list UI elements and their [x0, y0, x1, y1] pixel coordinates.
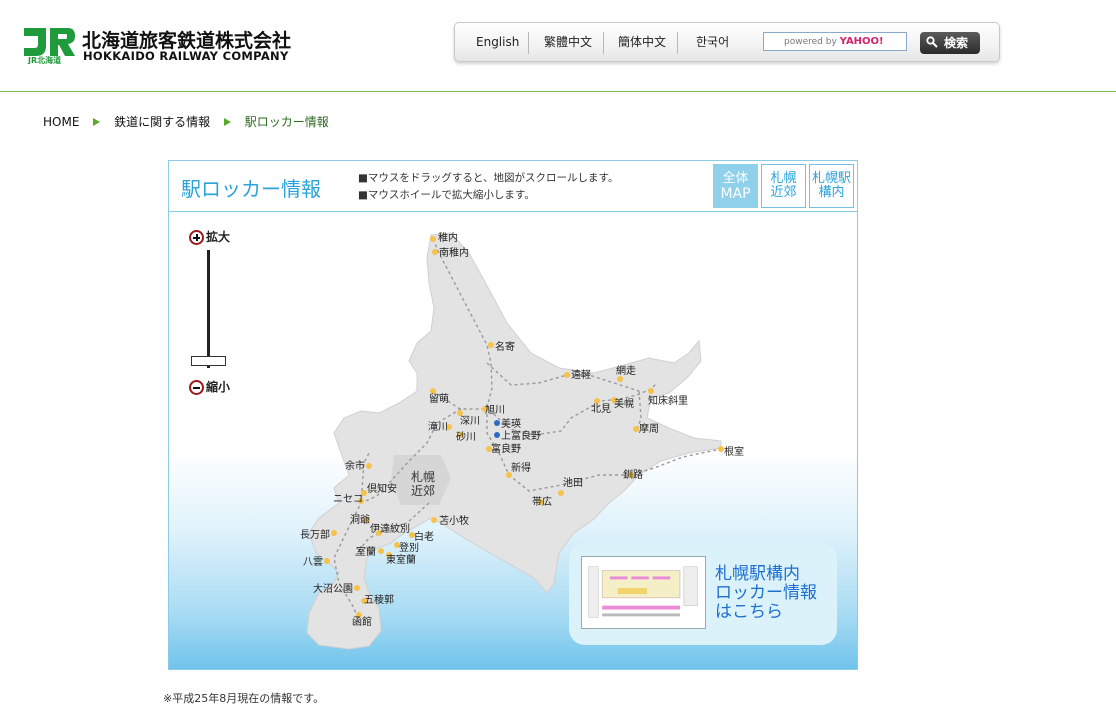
breadcrumb: HOME 鉄道に関する情報 駅ロッカー情報 [43, 113, 329, 130]
divider [677, 32, 678, 54]
station-nemuro: 根室 [724, 445, 744, 458]
zoom-slider-handle[interactable] [191, 356, 226, 366]
station-toya: 洞爺 [350, 513, 370, 526]
station-kitami: 北見 [591, 403, 611, 415]
lang-simplified-chinese-link[interactable]: 簡体中文 [618, 23, 666, 61]
zoom-out-label: 縮小 [206, 380, 231, 394]
station-shiraoi: 白老 [414, 530, 434, 543]
station-kutchan: 倶知安 [367, 482, 397, 495]
breadcrumb-home-link[interactable]: HOME [43, 115, 79, 129]
station-yoichi: 余市 [345, 459, 365, 472]
view-button-line2: 構内 [818, 185, 845, 200]
language-search-bar: English 繁體中文 簡体中文 한국어 powered by YAHOO! … [454, 22, 1000, 62]
station-fukagawa: 深川 [460, 415, 480, 427]
view-sapporo-area-button[interactable]: 札幌 近郊 [761, 164, 806, 208]
station-shiretoko-shari: 知床斜里 [648, 394, 688, 407]
station-sunagawa: 砂川 [456, 430, 476, 443]
view-full-map-button[interactable]: 全体 MAP [713, 164, 758, 208]
yahoo-brand: YAHOO! [839, 36, 884, 47]
station-furano: 富良野 [491, 442, 521, 455]
zoom-out-button[interactable]: 縮小 [189, 378, 230, 395]
zoom-in-button[interactable]: 拡大 [189, 228, 230, 245]
sapporo-station-locker-promo[interactable]: 札幌駅構内 ロッカー情報 はこちら [569, 543, 837, 645]
drag-hint-text: ■マウスをドラッグすると、地図がスクロールします。 [358, 172, 619, 184]
station-obihiro: 帯広 [532, 495, 552, 508]
station-takikawa: 滝川 [428, 421, 448, 433]
station-higashi-muroran: 東室蘭 [386, 553, 416, 566]
view-button-line1: 札幌 [770, 171, 797, 186]
station-kushiro: 釧路 [623, 468, 643, 481]
minus-icon [189, 380, 204, 395]
zoom-slider-track[interactable] [207, 250, 210, 368]
sapporo-area-label-line2: 近郊 [411, 484, 435, 498]
station-rumoi: 留萌 [429, 392, 449, 405]
hokkaido-map[interactable]: 稚内 南稚内 名寄 遠軽 網走 北見 美幌 知床斜里 留萌 旭川 深川 滝川 砂… [169, 213, 857, 669]
sapporo-area-label-line1: 札幌 [411, 469, 435, 484]
station-yakumo: 八雲 [303, 556, 323, 568]
plus-icon [189, 230, 204, 245]
promo-line-1: 札幌駅構内 [715, 564, 800, 584]
station-muroran: 室蘭 [356, 545, 376, 558]
station-hakodate: 函館 [352, 615, 372, 628]
station-kamifurano: 上富良野 [501, 429, 541, 442]
view-button-line1: 全体 [722, 171, 749, 186]
view-button-line2: MAP [720, 186, 751, 202]
station-onuma-koen: 大沼公園 [313, 582, 353, 595]
station-niseko: ニセコ [333, 493, 363, 505]
station-asahikawa: 旭川 [485, 404, 505, 416]
station-noboribetsu: 登別 [399, 541, 419, 554]
zoom-in-label: 拡大 [206, 230, 231, 244]
panel-header: 駅ロッカー情報 ■マウスをドラッグすると、地図がスクロールします。 ■マウスホイ… [169, 161, 857, 212]
page-title: 駅ロッカー情報 [181, 177, 321, 201]
locker-map-panel: 駅ロッカー情報 ■マウスをドラッグすると、地図がスクロールします。 ■マウスホイ… [168, 160, 858, 670]
station-ikeda: 池田 [563, 476, 583, 489]
station-abashiri: 網走 [616, 364, 636, 377]
wheel-hint-text: ■マウスホイールで拡大縮小します。 [358, 189, 535, 201]
station-goryokaku: 五稜郭 [364, 593, 394, 606]
view-button-line2: 近郊 [770, 185, 797, 200]
divider [528, 32, 529, 54]
station-oshamambe: 長万部 [300, 528, 330, 541]
view-button-line1: 札幌駅 [811, 171, 851, 186]
breadcrumb-arrow-icon [223, 117, 231, 126]
view-sapporo-station-button[interactable]: 札幌駅 構内 [809, 164, 854, 208]
divider [603, 32, 604, 54]
station-floorplan-thumbnail [581, 556, 706, 629]
info-date-footnote: ※平成25年8月現在の情報です。 [163, 692, 325, 704]
lang-english-link[interactable]: English [476, 23, 519, 61]
search-button[interactable]: 検索 [920, 32, 980, 54]
breadcrumb-arrow-icon [93, 117, 101, 126]
station-bihoro: 美幌 [614, 397, 634, 410]
station-shintoku: 新得 [511, 461, 531, 474]
search-placeholder: powered by [784, 37, 837, 47]
site-header: JR北海道 北海道旅客鉄道株式会社 HOKKAIDO RAILWAY COMPA… [0, 0, 1116, 92]
station-wakkanai: 稚内 [438, 231, 458, 244]
jr-logo-mark: JR北海道 [24, 28, 75, 64]
station-date-mombetsu: 伊達紋別 [370, 522, 410, 535]
station-minami-wakkanai: 南稚内 [439, 246, 469, 259]
station-biei: 美瑛 [501, 417, 521, 430]
promo-line-3: はこちら [715, 602, 783, 622]
logo-subtext: JR北海道 [27, 55, 61, 64]
station-engaru: 遠軽 [571, 368, 591, 381]
promo-line-2: ロッカー情報 [715, 583, 817, 603]
lang-korean-link[interactable]: 한국어 [696, 23, 729, 61]
search-button-label: 検索 [944, 36, 969, 50]
search-icon [926, 36, 938, 48]
station-tomakomai: 苫小牧 [439, 514, 469, 527]
company-name-en: HOKKAIDO RAILWAY COMPANY [83, 49, 289, 63]
station-mashu: 摩周 [639, 422, 659, 435]
company-logo[interactable]: JR北海道 北海道旅客鉄道株式会社 HOKKAIDO RAILWAY COMPA… [22, 24, 302, 66]
search-input[interactable]: powered by YAHOO! [763, 32, 907, 51]
breadcrumb-railway-info-link[interactable]: 鉄道に関する情報 [114, 113, 210, 130]
station-nayoro: 名寄 [495, 340, 515, 353]
breadcrumb-current-page: 駅ロッカー情報 [244, 115, 329, 129]
lang-traditional-chinese-link[interactable]: 繁體中文 [544, 23, 592, 61]
